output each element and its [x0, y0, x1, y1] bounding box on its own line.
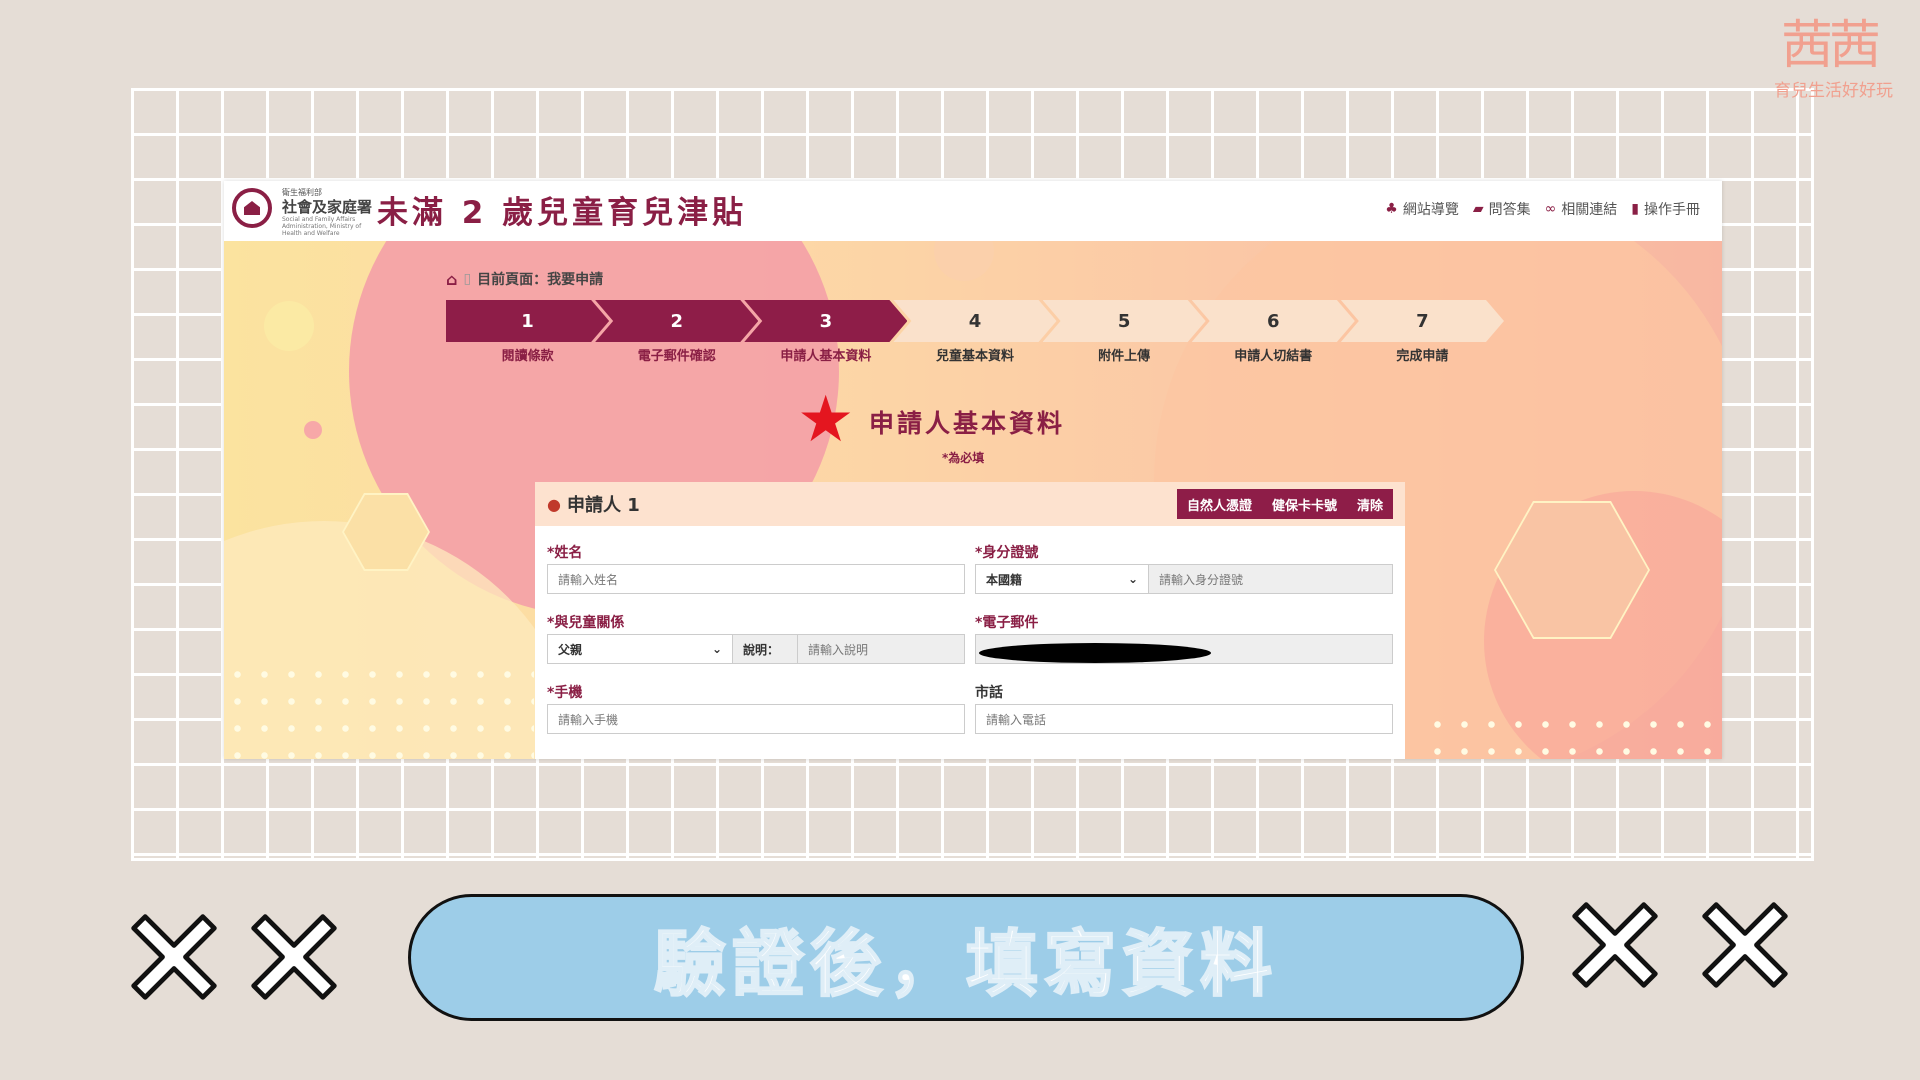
nav-faq[interactable]: ▰ 問答集	[1473, 199, 1531, 219]
site-title[interactable]: 未滿 2 歲兒童育兒津貼	[377, 187, 747, 232]
bg-dot-pattern	[1424, 711, 1722, 759]
step-label: 附件上傳	[1098, 349, 1151, 364]
home-icon[interactable]: ⌂	[446, 270, 457, 289]
phone-label: 市話	[975, 685, 1003, 701]
agency-logo[interactable]	[232, 188, 272, 228]
watermark-logo: 茜茜 育兒生活好好玩	[1774, 16, 1893, 101]
required-note: *為必填	[942, 451, 985, 465]
id-input[interactable]: 請輸入身分證號	[1148, 564, 1393, 594]
top-nav: ♣ 網站導覽 ▰ 問答集 ∞ 相關連結 ▮ 操作手冊	[1385, 199, 1700, 219]
card-title: ● 申請人 1	[547, 491, 640, 517]
step-label: 電子郵件確認	[637, 349, 716, 364]
breadcrumb: ⌂ ▯ 目前頁面：我要申請	[446, 269, 603, 289]
clear-button[interactable]: 清除	[1347, 495, 1393, 514]
progress-stepper: 1 2 3 4 5 6 7	[446, 300, 1490, 342]
phone-input[interactable]: 請輸入電話	[975, 704, 1393, 734]
star-icon: ★	[797, 383, 855, 457]
agency-name-en: Social and Family Affairs Administration…	[282, 216, 362, 237]
relation-label-text: 與兒童關係	[554, 615, 625, 631]
user-icon: ●	[547, 494, 561, 514]
nav-manual[interactable]: ▮ 操作手冊	[1631, 199, 1700, 219]
step-label: 申請人基本資料	[780, 349, 872, 364]
card-title-text: 申請人 1	[566, 495, 640, 516]
step-1: 1	[446, 300, 609, 342]
house-icon	[244, 201, 260, 215]
relation-label: *與兒童關係	[547, 612, 624, 632]
nav-sitemap[interactable]: ♣ 網站導覽	[1385, 199, 1459, 219]
step-label: 兒童基本資料	[935, 349, 1014, 364]
breadcrumb-separator: ▯	[463, 271, 472, 287]
step-7: 7	[1341, 300, 1504, 342]
note-addon: 說明：	[732, 634, 798, 664]
step-4: 4	[893, 300, 1056, 342]
website-screenshot: 衛生福利部 社會及家庭署 Social and Family Affairs A…	[224, 181, 1722, 759]
bg-dot	[264, 301, 314, 351]
step-2: 2	[595, 300, 758, 342]
bg-dot-pattern	[224, 661, 534, 759]
card-buttons: 自然人憑證 健保卡卡號 清除	[1176, 489, 1393, 519]
step-label: 申請人切結書	[1234, 349, 1313, 364]
note-input[interactable]: 請輸入說明	[797, 634, 965, 664]
stepper-labels: 閱讀條款 電子郵件確認 申請人基本資料 兒童基本資料 附件上傳 申請人切結書 完…	[446, 345, 1490, 364]
email-field[interactable]	[975, 634, 1393, 664]
link-icon: ∞	[1544, 201, 1557, 217]
nav-links[interactable]: ∞ 相關連結	[1545, 199, 1618, 219]
email-label: *電子郵件	[975, 612, 1038, 632]
mobile-label-text: 手機	[554, 685, 583, 701]
nav-label: 操作手冊	[1644, 202, 1700, 218]
section-title: 申請人基本資料	[869, 409, 1066, 438]
caption-text: 驗證後，填寫資料	[653, 921, 1278, 1007]
step-label: 閱讀條款	[501, 349, 554, 364]
watermark-glyph: 茜茜	[1780, 16, 1881, 76]
x-mark-icon	[1697, 897, 1793, 993]
chevron-down-icon: ⌄	[711, 642, 722, 656]
applicant-form-card: ● 申請人 1 自然人憑證 健保卡卡號 清除 *姓名 請輸入姓名 *身分證號 本…	[535, 482, 1405, 759]
x-mark-icon	[126, 909, 222, 1005]
name-label: *姓名	[547, 542, 582, 562]
step-3: 3	[744, 300, 907, 342]
nav-label: 問答集	[1488, 202, 1531, 218]
nav-label: 相關連結	[1561, 202, 1618, 218]
book-icon: ▮	[1631, 201, 1639, 217]
id-label: *身分證號	[975, 542, 1038, 562]
sitemap-icon: ♣	[1385, 201, 1398, 217]
breadcrumb-label: 目前頁面：我要申請	[477, 272, 604, 288]
site-header: 衛生福利部 社會及家庭署 Social and Family Affairs A…	[224, 181, 1722, 241]
step-5: 5	[1043, 300, 1206, 342]
redaction-mark	[979, 643, 1211, 663]
nationality-select[interactable]: 本國籍 ⌄	[975, 564, 1149, 594]
email-label-text: 電子郵件	[982, 615, 1039, 631]
name-label-text: 姓名	[554, 545, 583, 561]
step-label: 完成申請	[1396, 349, 1449, 364]
mobile-label: *手機	[547, 682, 582, 702]
chevron-down-icon: ⌄	[1127, 572, 1138, 586]
relation-select[interactable]: 父親 ⌄	[547, 634, 733, 664]
x-mark-icon	[246, 909, 342, 1005]
mobile-input[interactable]: 請輸入手機	[547, 704, 965, 734]
relation-value: 父親	[558, 642, 583, 657]
x-mark-icon	[1567, 897, 1663, 993]
id-label-text: 身分證號	[982, 545, 1039, 561]
card-header: ● 申請人 1 自然人憑證 健保卡卡號 清除	[535, 482, 1405, 526]
step-6: 6	[1192, 300, 1355, 342]
health-card-button[interactable]: 健保卡卡號	[1262, 495, 1347, 514]
bg-dot	[304, 421, 322, 439]
watermark-subtitle: 育兒生活好好玩	[1774, 81, 1893, 101]
citizen-cert-button[interactable]: 自然人憑證	[1177, 495, 1262, 514]
caption-banner: 驗證後，填寫資料	[408, 894, 1524, 1021]
nationality-value: 本國籍	[986, 572, 1023, 587]
agency-name: 社會及家庭署	[282, 198, 373, 216]
nav-label: 網站導覽	[1402, 202, 1459, 218]
name-input[interactable]: 請輸入姓名	[547, 564, 965, 594]
chat-icon: ▰	[1472, 201, 1484, 217]
